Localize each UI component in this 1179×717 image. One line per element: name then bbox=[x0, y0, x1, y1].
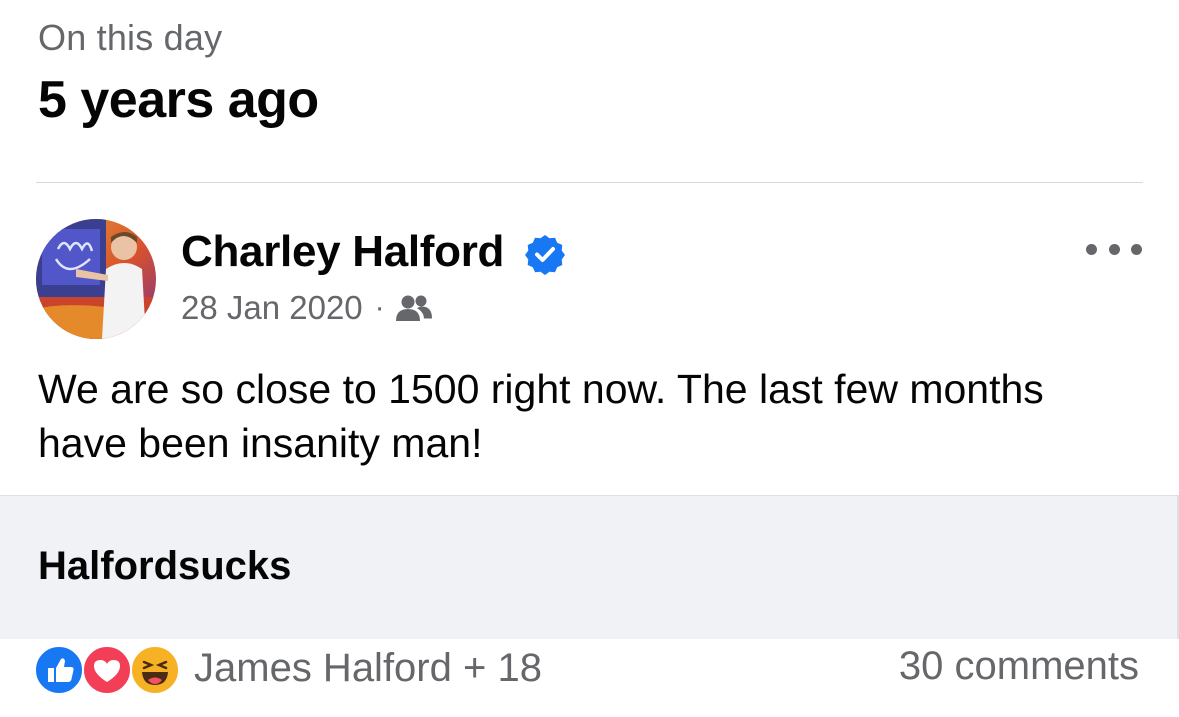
post-meta: 28 Jan 2020 · bbox=[181, 289, 433, 327]
reactions-summary[interactable]: James Halford + 18 bbox=[34, 643, 542, 695]
divider bbox=[36, 182, 1143, 183]
avatar-photo bbox=[36, 219, 156, 339]
memory-label: On this day bbox=[38, 17, 223, 58]
like-icon bbox=[34, 645, 84, 695]
more-dot-icon bbox=[1131, 243, 1142, 255]
post-date[interactable]: 28 Jan 2020 bbox=[181, 289, 363, 327]
more-options-button[interactable] bbox=[1086, 234, 1142, 264]
meta-separator: · bbox=[374, 291, 385, 324]
more-dot-icon bbox=[1108, 243, 1120, 255]
haha-icon bbox=[130, 645, 180, 695]
avatar[interactable] bbox=[36, 219, 156, 339]
post-text: We are so close to 1500 right now. The l… bbox=[38, 366, 1044, 466]
comments-count[interactable]: 30 comments bbox=[899, 644, 1139, 689]
author-name[interactable]: Charley Halford bbox=[181, 227, 504, 277]
verified-badge-icon bbox=[525, 235, 565, 275]
friends-icon[interactable] bbox=[395, 293, 433, 323]
reaction-icons bbox=[34, 643, 184, 695]
more-dot-icon bbox=[1086, 243, 1097, 255]
memory-page: On this day 5 years ago Charley Halford … bbox=[0, 0, 1179, 717]
link-preview-card[interactable]: Halfordsucks bbox=[0, 495, 1179, 639]
link-preview-title[interactable]: Halfordsucks bbox=[38, 544, 291, 589]
memory-title: 5 years ago bbox=[38, 71, 319, 129]
reactions-text[interactable]: James Halford + 18 bbox=[194, 646, 542, 691]
love-icon bbox=[82, 645, 132, 695]
